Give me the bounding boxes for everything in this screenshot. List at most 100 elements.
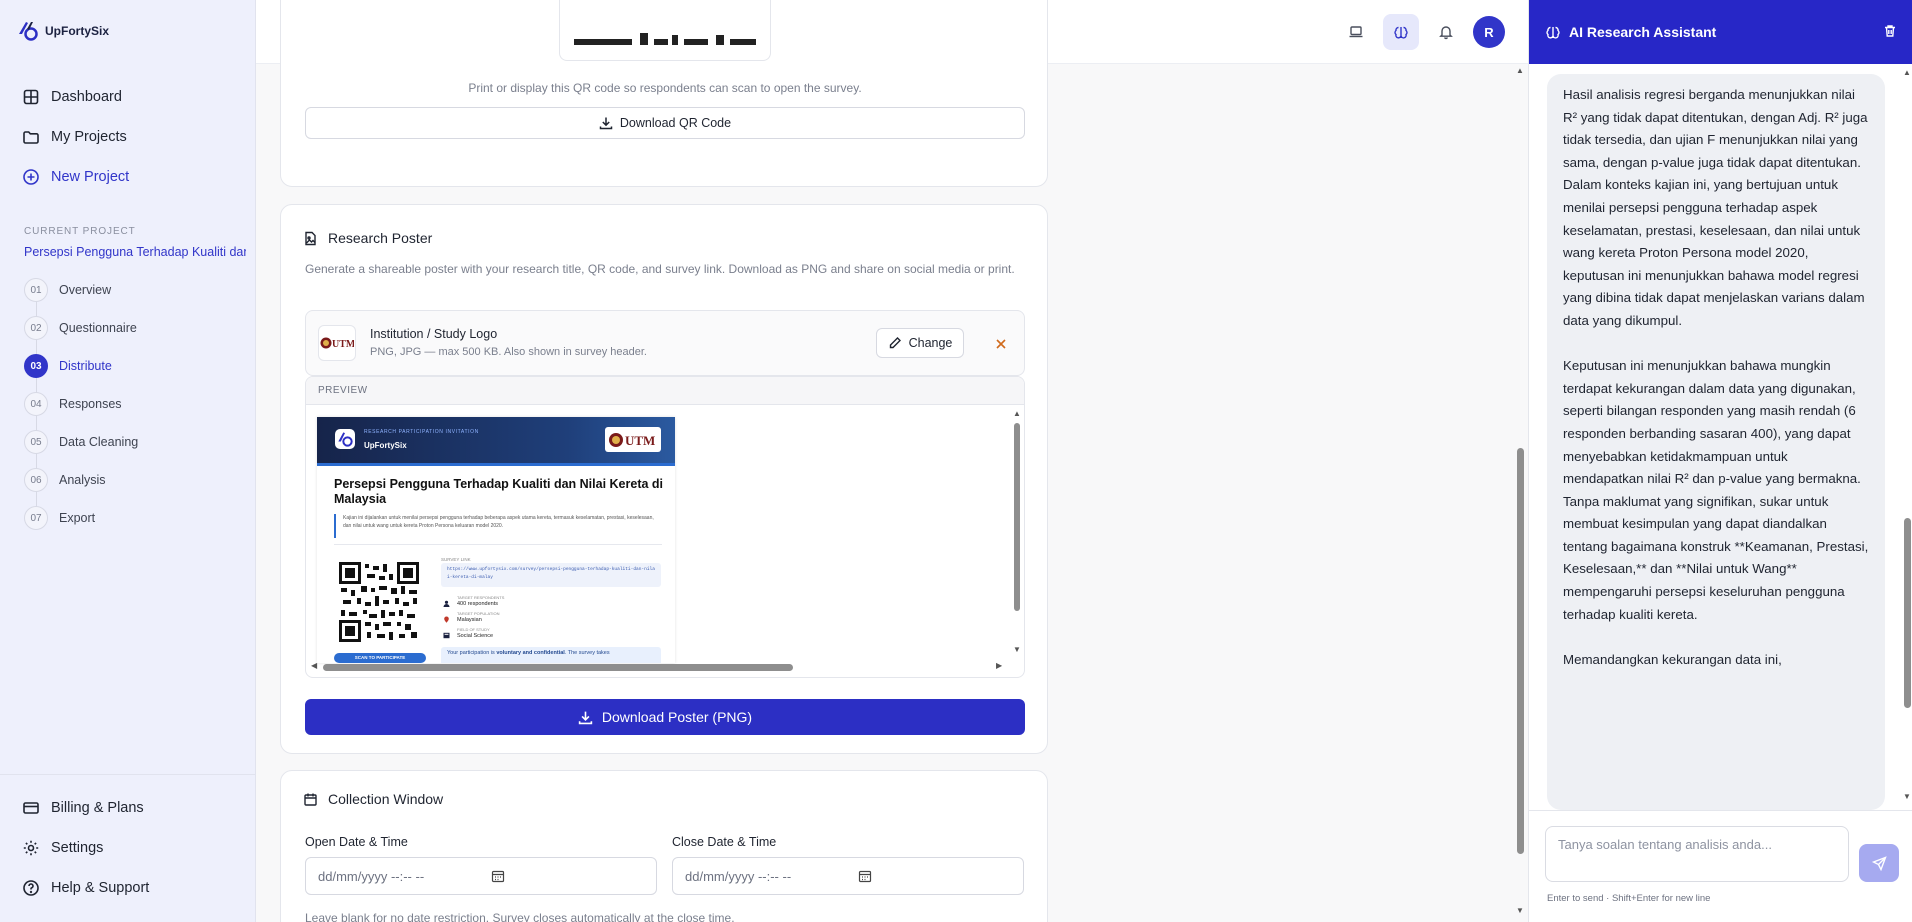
- main-scroll-up-arrow-icon[interactable]: ▲: [1516, 66, 1524, 75]
- scroll-left-arrow-icon[interactable]: ◀: [311, 661, 317, 670]
- ai-assistant-panel: AI Research Assistant Hasil analisis reg…: [1528, 0, 1912, 922]
- step-export[interactable]: 07 Export: [24, 506, 95, 530]
- send-button[interactable]: [1859, 844, 1899, 882]
- change-logo-button[interactable]: Change: [876, 328, 964, 358]
- logo-title: Institution / Study Logo: [370, 327, 498, 341]
- calendar-picker-icon[interactable]: [858, 869, 872, 883]
- assistant-message: Hasil analisis regresi berganda menunjuk…: [1547, 74, 1885, 810]
- remove-logo-icon[interactable]: [994, 337, 1008, 351]
- plus-circle-icon: [23, 169, 39, 185]
- step-number: 07: [24, 506, 48, 530]
- collection-card-title-text: Collection Window: [328, 791, 444, 807]
- sidebar-footer: [0, 774, 256, 775]
- poster-preview: PREVIEW RESEARCH PARTICIPATION INVITATIO…: [305, 376, 1025, 678]
- scroll-up-arrow-icon[interactable]: ▲: [1013, 409, 1021, 418]
- poster-description: Generate a shareable poster with your re…: [305, 262, 1015, 276]
- brand[interactable]: UpFortySix: [16, 19, 109, 43]
- step-number: 01: [24, 278, 48, 302]
- logo-thumbnail: UTM: [318, 325, 356, 361]
- qr-code-card: Print or display this QR code so respond…: [280, 0, 1048, 187]
- poster-card-title: Research Poster: [303, 230, 432, 246]
- avatar[interactable]: R: [1473, 16, 1505, 48]
- user-icon: [443, 600, 450, 607]
- notifications-button[interactable]: [1428, 14, 1464, 50]
- ai-assistant-toggle-button[interactable]: [1383, 14, 1419, 50]
- chat-input[interactable]: Tanya soalan tentang analisis anda...: [1545, 826, 1849, 882]
- grid-icon: [23, 89, 39, 105]
- preview-vertical-scrollbar[interactable]: ▲ ▼: [1011, 409, 1023, 657]
- nav-dashboard-label: Dashboard: [51, 89, 122, 105]
- app-root: UpFortySix Dashboard My Projects New Pro…: [0, 0, 1912, 922]
- poster-survey-link: https://www.upfortysix.com/survey/persep…: [441, 563, 661, 587]
- scroll-down-arrow-icon[interactable]: ▼: [1013, 645, 1021, 654]
- close-date-input[interactable]: dd/mm/yyyy --:-- --: [672, 857, 1024, 895]
- current-project-label: CURRENT PROJECT: [24, 226, 136, 237]
- nav-new-project[interactable]: New Project: [22, 168, 129, 186]
- qr-code-bottom: [574, 33, 756, 45]
- assistant-title: AI Research Assistant: [1569, 24, 1717, 40]
- bell-icon: [1439, 26, 1453, 40]
- assistant-header: AI Research Assistant: [1529, 0, 1912, 64]
- brain-icon: [1546, 26, 1560, 39]
- chat-input-placeholder: Tanya soalan tentang analisis anda...: [1558, 837, 1772, 852]
- step-label: Data Cleaning: [59, 435, 139, 449]
- step-data-cleaning[interactable]: 05 Data Cleaning: [24, 430, 138, 454]
- credit-card-icon: [23, 802, 39, 814]
- calendar-picker-icon[interactable]: [491, 869, 505, 883]
- nav-my-projects[interactable]: My Projects: [22, 128, 127, 146]
- main-scroll-thumb[interactable]: [1517, 448, 1524, 854]
- location-icon: [444, 616, 449, 623]
- chat-scroll-up-arrow-icon[interactable]: ▲: [1903, 68, 1911, 77]
- chat-scroll-down-arrow-icon[interactable]: ▼: [1903, 792, 1911, 801]
- main-vertical-scrollbar[interactable]: ▲ ▼: [1514, 64, 1526, 922]
- chat-scroll-thumb[interactable]: [1904, 518, 1911, 708]
- preview-vertical-scroll-thumb[interactable]: [1014, 423, 1020, 611]
- chat-scrollbar[interactable]: ▲ ▼: [1901, 64, 1912, 810]
- step-label: Responses: [59, 397, 122, 411]
- step-label: Analysis: [59, 473, 106, 487]
- image-file-icon: [305, 231, 316, 245]
- step-label: Questionnaire: [59, 321, 137, 335]
- step-overview[interactable]: 01 Overview: [24, 278, 111, 302]
- help-circle-icon: [23, 880, 39, 896]
- current-project-name[interactable]: Persepsi Pengguna Terhadap Kualiti dan: [24, 245, 246, 259]
- chat-divider: [1529, 810, 1912, 811]
- nav-help[interactable]: Help & Support: [22, 879, 149, 897]
- step-label: Distribute: [59, 359, 112, 373]
- qr-code-frame: [559, 0, 771, 61]
- step-distribute[interactable]: 03 Distribute: [24, 354, 112, 378]
- step-responses[interactable]: 04 Responses: [24, 392, 122, 416]
- download-qr-button[interactable]: Download QR Code: [305, 107, 1025, 139]
- trash-icon[interactable]: [1883, 24, 1897, 38]
- nav-new-project-label: New Project: [51, 169, 130, 185]
- main-scroll-down-arrow-icon[interactable]: ▼: [1516, 906, 1524, 915]
- preview-horizontal-scroll-thumb[interactable]: [323, 664, 793, 671]
- preview-horizontal-scrollbar[interactable]: ◀ ▶: [306, 661, 1011, 675]
- nav-settings[interactable]: Settings: [22, 839, 103, 857]
- step-number: 02: [24, 316, 48, 340]
- brand-logo-icon: [19, 22, 38, 41]
- logo-subtitle: PNG, JPG — max 500 KB. Also shown in sur…: [370, 346, 647, 358]
- open-date-input[interactable]: dd/mm/yyyy --:-- --: [305, 857, 657, 895]
- poster-banner: RESEARCH PARTICIPATION INVITATION UpFort…: [317, 417, 675, 463]
- scroll-right-arrow-icon[interactable]: ▶: [996, 661, 1002, 670]
- download-poster-button[interactable]: Download Poster (PNG): [305, 699, 1025, 735]
- nav-billing[interactable]: Billing & Plans: [22, 799, 144, 817]
- nav-dashboard[interactable]: Dashboard: [22, 88, 122, 106]
- poster-qr-code: [339, 562, 419, 642]
- folder-icon: [23, 131, 39, 144]
- step-questionnaire[interactable]: 02 Questionnaire: [24, 316, 137, 340]
- poster-target-label: TARGET RESPONDENTS: [457, 595, 505, 600]
- brand-name: UpFortySix: [45, 24, 110, 38]
- step-number: 03: [24, 354, 48, 378]
- step-analysis[interactable]: 06 Analysis: [24, 468, 106, 492]
- utm-logo-icon: UTM: [320, 337, 354, 350]
- chat-hint: Enter to send · Shift+Enter for new line: [1547, 893, 1711, 904]
- utm-logo-icon: UTM: [609, 432, 655, 448]
- step-number: 05: [24, 430, 48, 454]
- svg-text:UTM: UTM: [332, 339, 354, 350]
- poster-brand: UpFortySix: [364, 441, 407, 450]
- step-label: Export: [59, 511, 96, 525]
- toggle-sidebar-button[interactable]: [1338, 14, 1374, 50]
- poster-utm-logo: UTM: [605, 427, 661, 452]
